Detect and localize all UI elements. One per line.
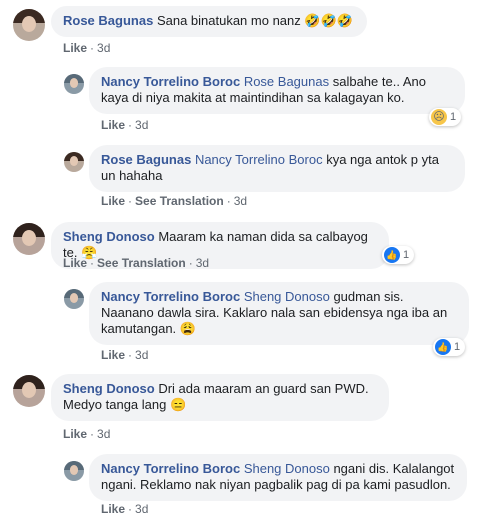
like-button[interactable]: Like [101, 502, 125, 516]
timestamp[interactable]: 3d [97, 41, 110, 55]
mention-link[interactable]: Rose Bagunas [244, 74, 329, 89]
comment-actions: Like · 3d [63, 41, 111, 55]
mention-link[interactable]: Sheng Donoso [244, 461, 330, 476]
timestamp[interactable]: 3d [196, 256, 209, 270]
author-name[interactable]: Sheng Donoso [63, 229, 155, 244]
like-icon: 👍 [435, 339, 451, 355]
like-button[interactable]: Like [101, 348, 125, 362]
comment-bubble: Rose Bagunas Sana binatukan mo nanz 🤣🤣🤣 [51, 6, 367, 37]
reaction-badge[interactable]: 👍 1 [382, 246, 415, 264]
rofl-emoji-icon: 🤣🤣🤣 [304, 13, 353, 28]
see-translation-link[interactable]: See Translation [135, 194, 224, 208]
timestamp[interactable]: 3d [135, 348, 148, 362]
author-name[interactable]: Sheng Donoso [63, 381, 155, 396]
avatar[interactable] [64, 461, 84, 481]
comment-actions: Like · See Translation · 3d [63, 256, 210, 270]
comment-text: Sana binatukan mo nanz [156, 13, 301, 28]
comment-actions: Like · 3d [63, 427, 111, 441]
author-name[interactable]: Rose Bagunas [63, 13, 153, 28]
avatar[interactable] [64, 289, 84, 309]
reaction-count: 1 [403, 249, 410, 261]
comment-bubble: Nancy Torrelino Boroc Rose Bagunas salba… [89, 67, 465, 114]
timestamp[interactable]: 3d [97, 427, 110, 441]
author-name[interactable]: Nancy Torrelino Boroc [101, 289, 240, 304]
timestamp[interactable]: 3d [234, 194, 247, 208]
like-button[interactable]: Like [101, 118, 125, 132]
avatar[interactable] [64, 152, 84, 172]
comment-bubble: Sheng Donoso Dri ada maaram an guard san… [51, 374, 389, 421]
avatar[interactable] [13, 9, 45, 41]
like-button[interactable]: Like [63, 256, 87, 270]
expressionless-emoji-icon: 😑 [169, 397, 187, 412]
see-translation-link[interactable]: See Translation [97, 256, 186, 270]
comment-actions: Like · 3d [101, 348, 149, 362]
author-name[interactable]: Nancy Torrelino Boroc [101, 74, 240, 89]
reaction-count: 1 [450, 111, 457, 123]
comment-bubble: Rose Bagunas Nancy Torrelino Boroc kya n… [89, 145, 465, 192]
author-name[interactable]: Rose Bagunas [101, 152, 191, 167]
like-button[interactable]: Like [63, 427, 87, 441]
avatar[interactable] [13, 375, 45, 407]
mention-link[interactable]: Nancy Torrelino Boroc [195, 152, 323, 167]
avatar[interactable] [64, 74, 84, 94]
like-icon: 👍 [384, 247, 400, 263]
comment-actions: Like · 3d [101, 118, 149, 132]
comment-actions: Like · See Translation · 3d [101, 194, 248, 208]
reaction-count: 1 [454, 341, 461, 353]
reaction-badge[interactable]: 👍 1 [433, 338, 466, 356]
author-name[interactable]: Nancy Torrelino Boroc [101, 461, 240, 476]
comment-actions: Like · 3d [101, 502, 149, 516]
reaction-badge[interactable]: ☹ 1 [429, 108, 462, 126]
weary-emoji-icon: 😩 [179, 321, 196, 336]
like-button[interactable]: Like [63, 41, 87, 55]
like-button[interactable]: Like [101, 194, 125, 208]
timestamp[interactable]: 3d [135, 118, 148, 132]
comment-bubble: Nancy Torrelino Boroc Sheng Donoso gudma… [89, 282, 469, 345]
mention-link[interactable]: Sheng Donoso [244, 289, 330, 304]
timestamp[interactable]: 3d [135, 502, 148, 516]
sad-icon: ☹ [431, 109, 447, 125]
comment-bubble: Nancy Torrelino Boroc Sheng Donoso ngani… [89, 454, 467, 501]
avatar[interactable] [13, 223, 45, 255]
